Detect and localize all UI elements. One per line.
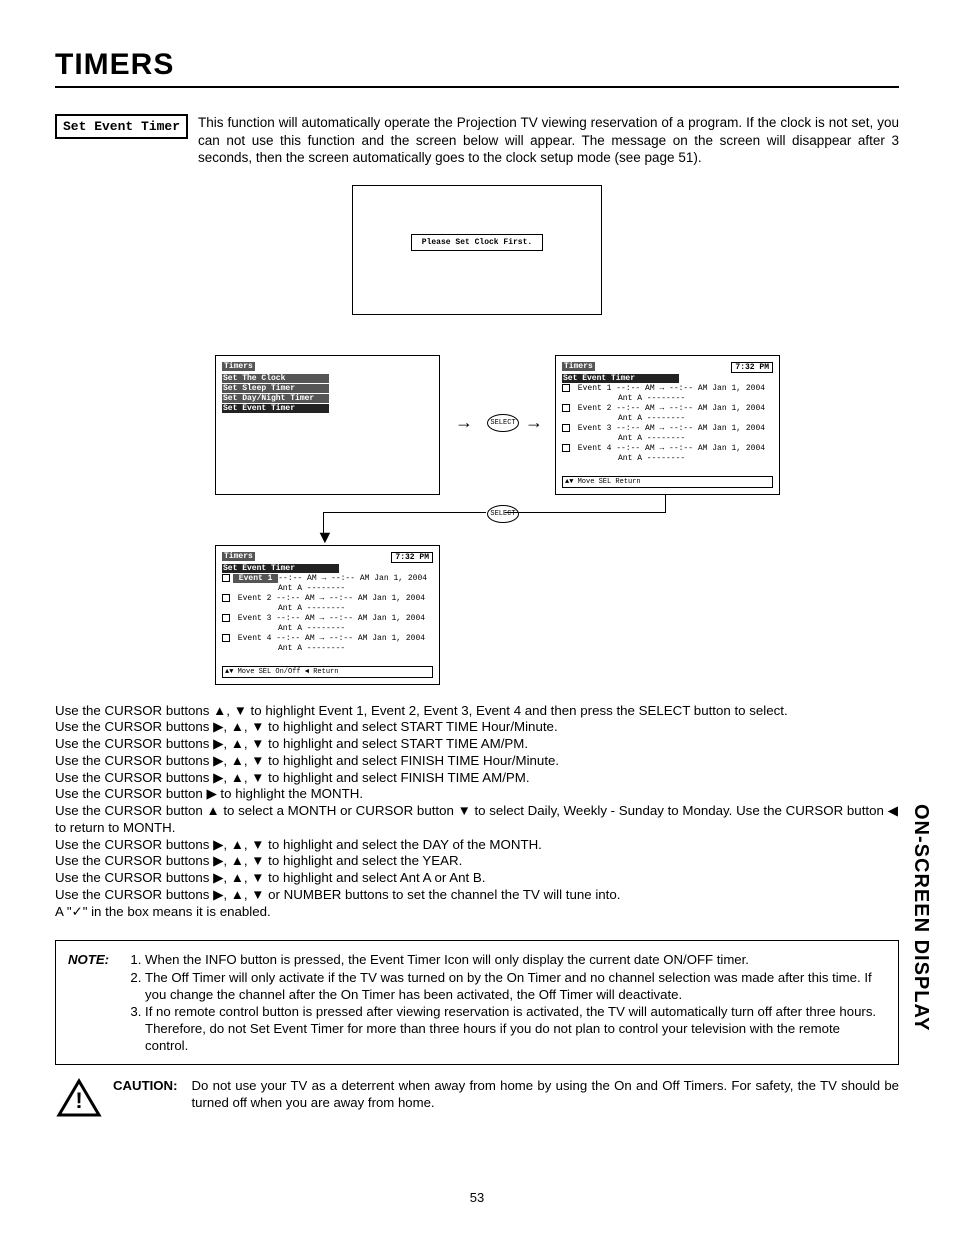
caution-label: CAUTION: <box>113 1077 177 1094</box>
instruction-line: Use the CURSOR buttons ▲, ▼ to highlight… <box>55 703 899 720</box>
osd-event-row: Event 4 --:-- AM → --:-- AM Jan 1, 2004 <box>222 634 433 643</box>
event-name: Event 1 <box>573 384 616 393</box>
instruction-line: Use the CURSOR buttons ▶, ▲, ▼ to highli… <box>55 753 899 770</box>
osd-event-row: Event 2 --:-- AM → --:-- AM Jan 1, 2004 <box>562 404 773 413</box>
event-time: --:-- AM → --:-- AM Jan 1, 2004 <box>278 574 427 583</box>
event-time: --:-- AM → --:-- AM Jan 1, 2004 <box>616 424 765 433</box>
note-item: If no remote control button is pressed a… <box>145 1003 886 1054</box>
menu-item-selected: Set Event Timer <box>222 404 329 413</box>
event-name: Event 3 <box>573 424 616 433</box>
checkbox-icon <box>562 384 570 392</box>
osd-event-row: Event 1 --:-- AM → --:-- AM Jan 1, 2004 <box>562 384 773 393</box>
checkbox-icon <box>222 634 230 642</box>
event-subline: Ant A -------- <box>222 584 433 593</box>
caution-row: ! CAUTION: Do not use your TV as a deter… <box>55 1077 899 1119</box>
instruction-line: Use the CURSOR buttons ▶, ▲, ▼ to highli… <box>55 736 899 753</box>
event-subline: Ant A -------- <box>222 644 433 653</box>
event-time: --:-- AM → --:-- AM Jan 1, 2004 <box>276 594 425 603</box>
event-name: Event 4 <box>233 634 276 643</box>
flow-line <box>505 512 666 513</box>
checkbox-icon <box>562 404 570 412</box>
arrow-down-icon: ▼ <box>316 528 334 546</box>
note-list: When the INFO button is pressed, the Eve… <box>125 951 886 1054</box>
event-subline: Ant A -------- <box>562 414 773 423</box>
osd-clock-warning: Please Set Clock First. <box>352 185 602 315</box>
menu-item: Set The Clock <box>222 374 329 383</box>
osd-header: Timers <box>222 362 255 371</box>
select-button-icon: SELECT <box>487 414 519 432</box>
osd-event-row: Event 3 --:-- AM → --:-- AM Jan 1, 2004 <box>222 614 433 623</box>
osd-event-row: Event 2 --:-- AM → --:-- AM Jan 1, 2004 <box>222 594 433 603</box>
checkbox-icon <box>222 614 230 622</box>
event-name: Event 2 <box>573 404 616 413</box>
menu-item: Set Day/Night Timer <box>222 394 329 403</box>
flow-line <box>665 495 666 513</box>
checkbox-icon <box>222 594 230 602</box>
warning-icon: ! <box>55 1077 103 1119</box>
event-subline: Ant A -------- <box>562 434 773 443</box>
instruction-line: A "✓" in the box means it is enabled. <box>55 904 899 921</box>
osd-clock: 7:32 PM <box>731 362 773 373</box>
osd-event-row: Event 1 --:-- AM → --:-- AM Jan 1, 2004 <box>222 574 433 583</box>
osd-event-timer-edit: Timers 7:32 PM Set Event Timer Event 1 -… <box>215 545 440 685</box>
event-name: Event 2 <box>233 594 276 603</box>
event-subline: Ant A -------- <box>562 394 773 403</box>
side-tab: ON-SCREEN DISPLAY <box>909 804 932 1031</box>
osd-footer: ▲▼ Move SEL On/Off ◄ Return <box>222 666 433 678</box>
instruction-list: Use the CURSOR buttons ▲, ▼ to highlight… <box>55 703 899 921</box>
select-button-icon: SELECT <box>487 505 519 523</box>
osd-diagrams: Please Set Clock First. Timers Set The C… <box>55 185 899 695</box>
checkbox-icon <box>222 574 230 582</box>
arrow-icon: → <box>525 413 543 431</box>
event-time: --:-- AM → --:-- AM Jan 1, 2004 <box>276 614 425 623</box>
osd-message: Please Set Clock First. <box>411 234 543 251</box>
svg-text:!: ! <box>75 1088 82 1113</box>
note-item: When the INFO button is pressed, the Eve… <box>145 951 886 968</box>
event-name: Event 1 <box>233 574 278 583</box>
event-subline: Ant A -------- <box>222 604 433 613</box>
event-name: Event 3 <box>233 614 276 623</box>
arrow-icon: → <box>455 413 473 431</box>
instruction-line: Use the CURSOR buttons ▶, ▲, ▼ to highli… <box>55 719 899 736</box>
menu-item: Set Sleep Timer <box>222 384 329 393</box>
osd-header: Timers <box>562 362 595 371</box>
section-label-box: Set Event Timer <box>55 114 188 139</box>
event-name: Event 4 <box>573 444 616 453</box>
instruction-line: Use the CURSOR buttons ▶, ▲, ▼ to highli… <box>55 870 899 887</box>
event-time: --:-- AM → --:-- AM Jan 1, 2004 <box>616 444 765 453</box>
checkbox-icon <box>562 444 570 452</box>
osd-event-row: Event 3 --:-- AM → --:-- AM Jan 1, 2004 <box>562 424 773 433</box>
osd-clock: 7:32 PM <box>391 552 433 563</box>
osd-footer: ▲▼ Move SEL Return <box>562 476 773 488</box>
osd-header: Timers <box>222 552 255 561</box>
note-label: NOTE: <box>68 951 109 1054</box>
instruction-line: Use the CURSOR buttons ▶, ▲, ▼ to highli… <box>55 853 899 870</box>
page-number: 53 <box>0 1190 954 1205</box>
caution-text: Do not use your TV as a deterrent when a… <box>191 1077 899 1111</box>
osd-timers-menu: Timers Set The Clock Set Sleep Timer Set… <box>215 355 440 495</box>
intro-paragraph: This function will automatically operate… <box>198 114 899 167</box>
horizontal-rule <box>55 86 899 88</box>
event-subline: Ant A -------- <box>562 454 773 463</box>
osd-event-timer-list: Timers 7:32 PM Set Event Timer Event 1 -… <box>555 355 780 495</box>
flow-line <box>323 512 486 513</box>
instruction-line: Use the CURSOR buttons ▶, ▲, ▼ to highli… <box>55 837 899 854</box>
instruction-line: Use the CURSOR button ▶ to highlight the… <box>55 786 899 803</box>
note-item: The Off Timer will only activate if the … <box>145 969 886 1003</box>
checkbox-icon <box>562 424 570 432</box>
osd-subheader: Set Event Timer <box>222 564 339 573</box>
note-box: NOTE: When the INFO button is pressed, t… <box>55 940 899 1065</box>
osd-event-row: Event 4 --:-- AM → --:-- AM Jan 1, 2004 <box>562 444 773 453</box>
instruction-line: Use the CURSOR button ▲ to select a MONT… <box>55 803 899 837</box>
event-subline: Ant A -------- <box>222 624 433 633</box>
instruction-line: Use the CURSOR buttons ▶, ▲, ▼ to highli… <box>55 770 899 787</box>
instruction-line: Use the CURSOR buttons ▶, ▲, ▼ or NUMBER… <box>55 887 899 904</box>
event-time: --:-- AM → --:-- AM Jan 1, 2004 <box>616 384 765 393</box>
page-title: TIMERS <box>55 48 899 82</box>
osd-subheader: Set Event Timer <box>562 374 679 383</box>
event-time: --:-- AM → --:-- AM Jan 1, 2004 <box>276 634 425 643</box>
event-time: --:-- AM → --:-- AM Jan 1, 2004 <box>616 404 765 413</box>
